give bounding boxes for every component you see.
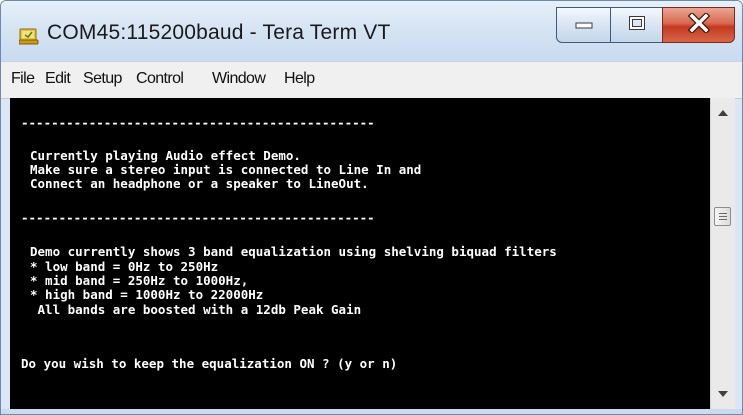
scroll-up-button[interactable] [711,102,735,124]
caption-buttons [556,7,736,45]
menu-file[interactable]: File [11,70,35,88]
menu-bar: File Edit Setup Control Window Help [1,61,742,99]
maximize-icon [628,15,646,36]
terminal-separator: ----------------------------------------… [21,115,375,130]
window-bottom-border [1,409,742,414]
scroll-down-button[interactable] [711,383,735,405]
tera-term-icon[interactable] [18,27,39,45]
minimize-icon [575,16,593,34]
terminal-line: * mid band = 250Hz to 1000Hz, [30,273,249,288]
grip-line [719,216,727,217]
close-icon [687,11,710,38]
maximize-button[interactable] [610,7,663,43]
close-button[interactable] [662,7,735,43]
grip-line [719,213,727,214]
menu-setup[interactable]: Setup [83,70,122,88]
window-title: COM45:115200baud - Tera Term VT [47,21,391,44]
terminal-line: Make sure a stereo input is connected to… [30,162,422,177]
menu-window[interactable]: Window [212,70,266,88]
vertical-scrollbar[interactable] [710,98,735,409]
terminal-line: Connect an headphone or a speaker to Lin… [30,176,369,191]
terminal-screen[interactable]: ----------------------------------------… [10,98,710,409]
menu-help[interactable]: Help [284,70,315,88]
minimize-button[interactable] [556,7,611,43]
grip-line [719,219,727,220]
scroll-thumb[interactable] [714,207,731,226]
menu-control[interactable]: Control [136,70,184,88]
terminal-separator: ----------------------------------------… [21,210,375,225]
terminal-prompt: Do you wish to keep the equalization ON … [21,356,398,371]
scroll-up-arrow-icon [718,108,728,118]
terminal-line: All bands are boosted with a 12db Peak G… [30,302,362,317]
terminal-line: Currently playing Audio effect Demo. [30,148,301,163]
tera-term-window: COM45:115200baud - Tera Term VT File Edi… [0,0,743,415]
terminal-line: Demo currently shows 3 band equalization… [30,244,557,259]
terminal-line: * low band = 0Hz to 250Hz [30,259,219,274]
menu-edit[interactable]: Edit [45,70,71,88]
title-bar[interactable]: COM45:115200baud - Tera Term VT [1,1,742,61]
scroll-down-arrow-icon [718,389,728,399]
terminal-line: * high band = 1000Hz to 22000Hz [30,287,264,302]
